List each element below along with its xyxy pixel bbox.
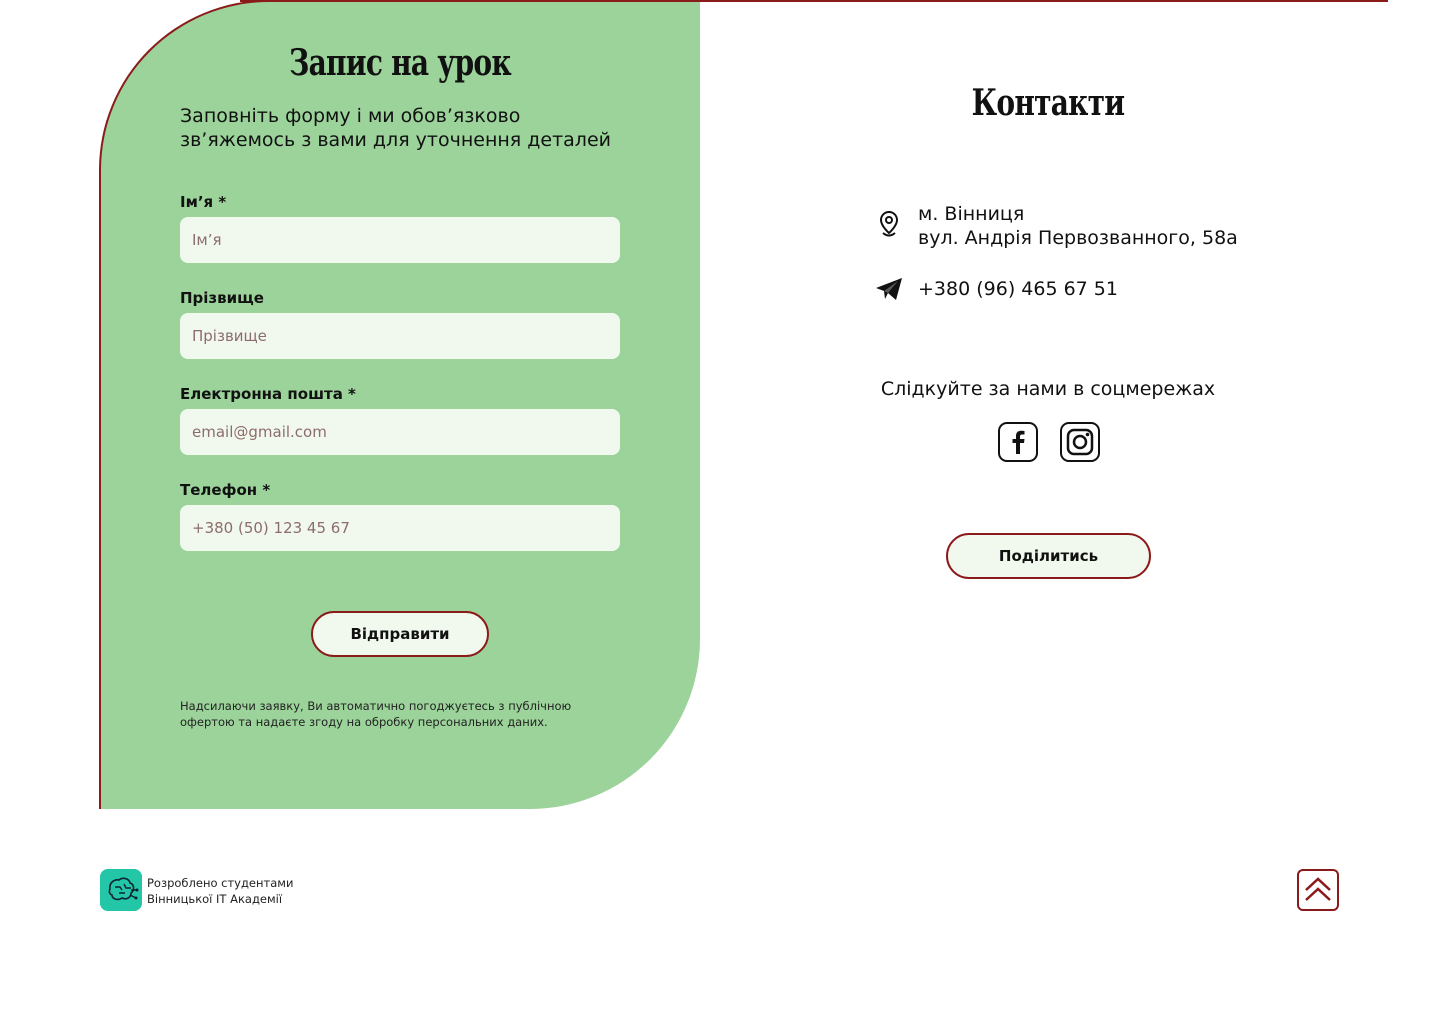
footer-credit: Розроблено студентами Вінницької ІТ Акад… (147, 875, 293, 907)
phone-number: +380 (96) 465 67 51 (918, 278, 1118, 300)
address-line-2: вул. Андрія Первозванного, 58а (918, 227, 1238, 249)
location-pin-icon (879, 210, 899, 237)
contacts-title: Контакти (971, 82, 1125, 124)
double-chevron-up-icon (1305, 877, 1331, 901)
email-label: Електронна пошта * (180, 385, 356, 403)
phone-label: Телефон * (180, 481, 271, 499)
submit-button[interactable]: Відправити (311, 611, 489, 657)
share-button[interactable]: Поділитись (946, 533, 1151, 579)
phone-input[interactable] (180, 505, 620, 551)
footer-credit-line-1: Розроблено студентами (147, 876, 294, 890)
last-name-label: Прізвище (180, 289, 264, 307)
telegram-icon (876, 278, 902, 300)
form-title: Запис на урок (289, 42, 511, 84)
instagram-icon[interactable] (1060, 422, 1100, 462)
form-subtitle: Заповніть форму і ми обов’язково зв’яжем… (180, 105, 611, 151)
brain-circuit-icon (100, 869, 142, 911)
email-input[interactable] (180, 409, 620, 455)
first-name-input[interactable] (180, 217, 620, 263)
scroll-to-top-button[interactable] (1297, 869, 1339, 911)
first-name-label: Ім’я * (180, 193, 227, 211)
last-name-input[interactable] (180, 313, 620, 359)
social-title: Слідкуйте за нами в соцмережах (880, 378, 1216, 400)
form-disclaimer: Надсилаючи заявку, Ви автоматично погодж… (180, 699, 572, 729)
footer-credit-line-2: Вінницької ІТ Академії (147, 892, 283, 906)
facebook-icon[interactable] (998, 422, 1038, 462)
address-line-1: м. Вінниця (918, 203, 1025, 225)
